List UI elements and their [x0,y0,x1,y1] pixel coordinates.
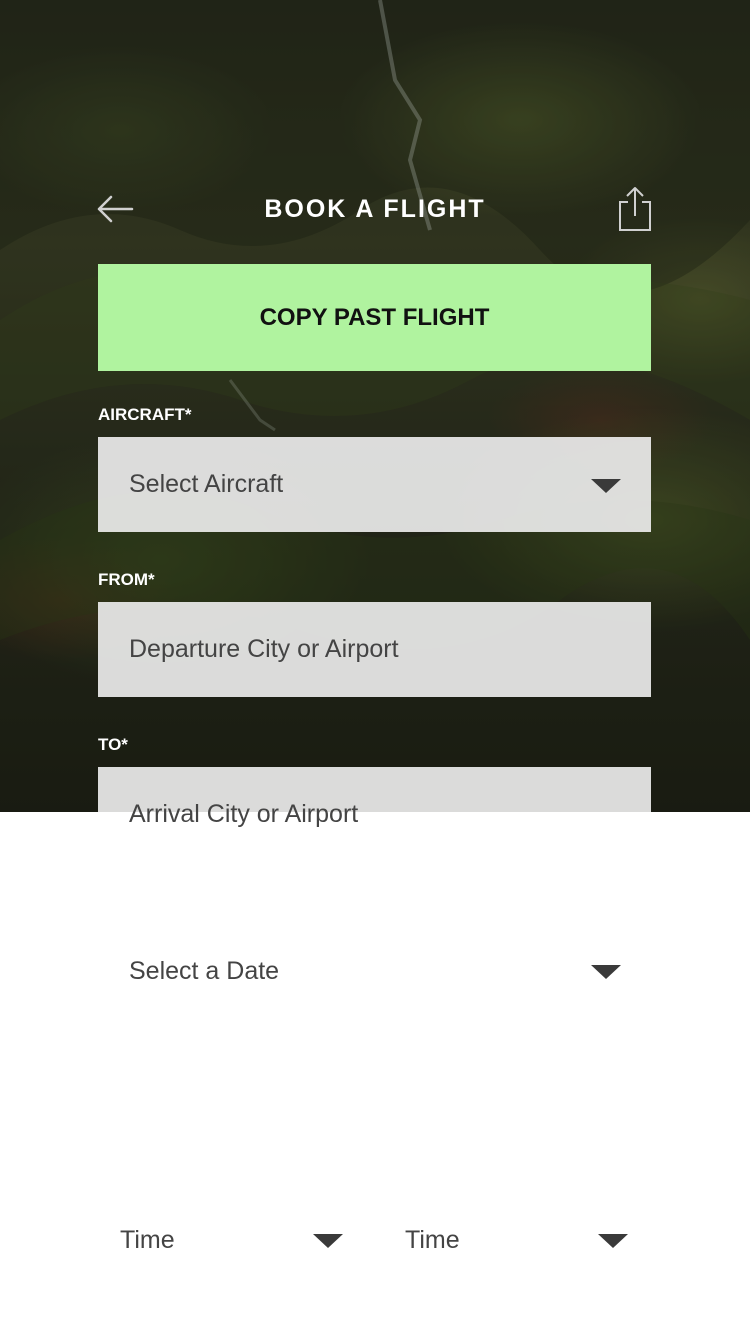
aircraft-select[interactable]: Select Aircraft [98,437,651,532]
chevron-down-icon [598,1234,628,1248]
start-time-value: Time [120,1226,175,1254]
departure-placeholder: Departure City or Airport [129,635,399,663]
form-lower-section [0,812,750,1334]
chevron-down-icon [591,965,621,979]
date-select-value: Select a Date [129,957,280,985]
copy-past-flight-label: COPY PAST FLIGHT [259,303,490,331]
to-label: TO* [98,735,128,754]
arrival-input[interactable]: Arrival City or Airport [129,800,358,829]
share-icon [619,187,651,231]
departure-input[interactable]: Departure City or Airport [98,602,651,697]
aircraft-label: AIRCRAFT* [98,405,192,424]
copy-past-flight-button[interactable]: COPY PAST FLIGHT [98,264,651,371]
chevron-down-icon [591,479,621,493]
end-time-select[interactable]: Time [405,1216,630,1268]
from-label: FROM* [98,570,155,589]
start-time-select[interactable]: Time [120,1216,345,1268]
date-select[interactable]: Select a Date [98,940,651,1004]
aircraft-select-value: Select Aircraft [129,470,284,498]
chevron-down-icon [313,1234,343,1248]
share-button[interactable] [617,186,653,232]
end-time-value: Time [405,1226,460,1254]
